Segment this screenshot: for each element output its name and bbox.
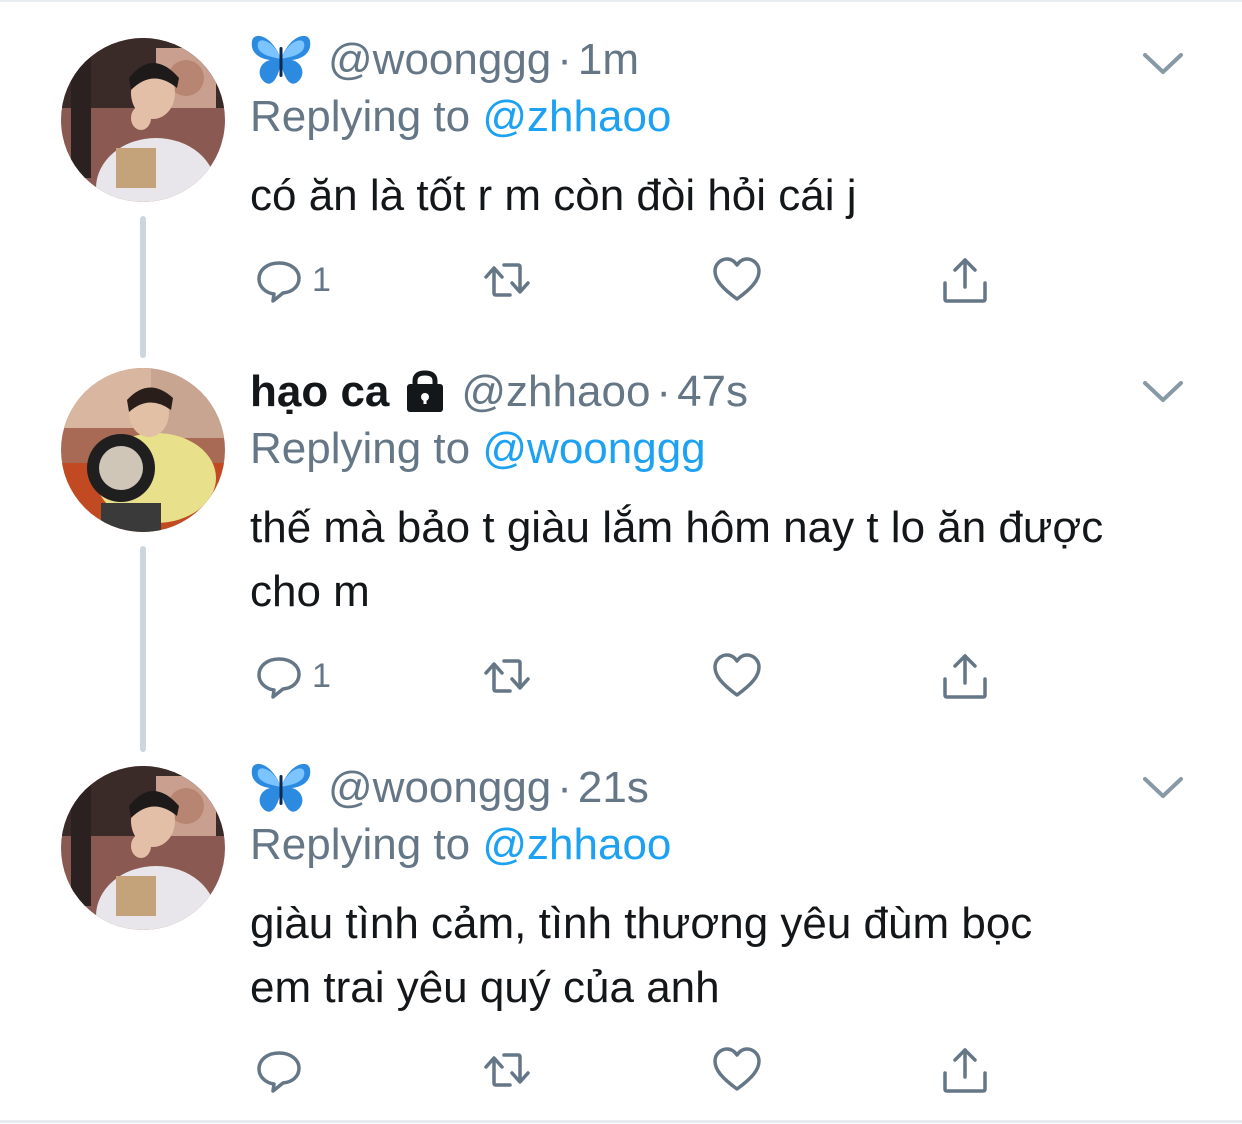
bottom-divider (0, 1120, 1242, 1123)
share-button[interactable] (940, 250, 990, 310)
retweet-icon (484, 1053, 530, 1087)
replying-to-line: Replying to @woonggg (250, 424, 706, 474)
share-button[interactable] (940, 1040, 990, 1100)
share-icon (943, 1048, 987, 1093)
like-button[interactable] (712, 646, 762, 706)
tweet-2[interactable]: hạo ca @zhhaoo · 47s Replying to @woongg… (0, 360, 1242, 752)
avatar[interactable] (61, 38, 225, 202)
replying-to-mention[interactable]: @zhhaoo (482, 92, 671, 141)
tweet-text: giàu tình cảm, tình thương yêu đùm bọc e… (250, 892, 1210, 1020)
replying-to-label: Replying to (250, 92, 471, 141)
share-icon (943, 654, 987, 699)
tweet-timestamp[interactable]: 1m (578, 35, 639, 85)
reply-button[interactable]: 1 (254, 646, 331, 706)
reply-icon (257, 657, 301, 699)
like-button[interactable] (712, 250, 762, 310)
avatar[interactable] (61, 368, 225, 532)
reply-button[interactable]: 1 (254, 250, 331, 310)
avatar[interactable] (61, 766, 225, 930)
tweet-header: @woonggg · 1m (250, 28, 639, 92)
display-name[interactable]: hạo ca (250, 367, 389, 417)
retweet-icon (484, 263, 530, 297)
tweet-timestamp[interactable]: 47s (677, 367, 748, 417)
chevron-down-icon[interactable] (1140, 376, 1186, 406)
share-button[interactable] (940, 646, 990, 706)
replying-to-line: Replying to @zhhaoo (250, 92, 671, 142)
separator-dot: · (557, 763, 572, 812)
tweet-1[interactable]: @woonggg · 1m Replying to @zhhaoo có ăn … (0, 28, 1242, 358)
thread-line (140, 546, 146, 752)
separator-dot: · (557, 35, 572, 84)
share-icon (943, 258, 987, 303)
separator-dot: · (656, 367, 672, 416)
tweet-handle[interactable]: @woonggg (328, 35, 551, 85)
tweet-text: thế mà bảo t giàu lắm hôm nay t lo ăn đư… (250, 496, 1210, 624)
tweet-text: có ăn là tốt r m còn đòi hỏi cái j (250, 164, 1210, 228)
tweet-actions (250, 1040, 1010, 1100)
tweet-actions: 1 (250, 646, 1010, 706)
blue-butterfly-icon (250, 761, 312, 815)
top-divider (0, 0, 1242, 2)
tweet-text-line: thế mà bảo t giàu lắm hôm nay t lo ăn đư… (250, 503, 1104, 552)
retweet-button[interactable] (482, 250, 532, 310)
reply-count: 1 (312, 656, 331, 695)
reply-icon (257, 1051, 301, 1093)
blue-butterfly-icon (250, 33, 312, 87)
lock-icon (403, 370, 447, 414)
retweet-button[interactable] (482, 1040, 532, 1100)
heart-icon (713, 1047, 761, 1091)
tweet-handle[interactable]: @woonggg (328, 763, 551, 813)
tweet-header: @woonggg · 21s (250, 756, 649, 820)
tweet-text-line: có ăn là tốt r m còn đòi hỏi cái j (250, 171, 857, 220)
replying-to-mention[interactable]: @zhhaoo (482, 820, 671, 869)
reply-count: 1 (312, 260, 331, 299)
tweet-text-line: em trai yêu quý của anh (250, 963, 720, 1012)
reply-button[interactable] (254, 1040, 312, 1100)
like-button[interactable] (712, 1040, 762, 1100)
tweet-text-line: giàu tình cảm, tình thương yêu đùm bọc (250, 899, 1033, 948)
tweet-text-line: cho m (250, 567, 370, 616)
replying-to-label: Replying to (250, 820, 471, 869)
tweet-timestamp[interactable]: 21s (578, 763, 649, 813)
replying-to-mention[interactable]: @woonggg (482, 424, 705, 473)
tweet-actions: 1 (250, 250, 1010, 310)
thread-line (140, 216, 146, 358)
reply-icon (257, 261, 301, 303)
tweet-header: hạo ca @zhhaoo · 47s (250, 360, 748, 424)
retweet-button[interactable] (482, 646, 532, 706)
retweet-icon (484, 659, 530, 693)
replying-to-line: Replying to @zhhaoo (250, 820, 671, 870)
heart-icon (713, 257, 761, 301)
replying-to-label: Replying to (250, 424, 471, 473)
tweet-3[interactable]: @woonggg · 21s Replying to @zhhaoo giàu … (0, 756, 1242, 1120)
tweet-handle[interactable]: @zhhaoo (461, 367, 650, 417)
heart-icon (713, 653, 761, 697)
chevron-down-icon[interactable] (1140, 48, 1186, 78)
chevron-down-icon[interactable] (1140, 772, 1186, 802)
